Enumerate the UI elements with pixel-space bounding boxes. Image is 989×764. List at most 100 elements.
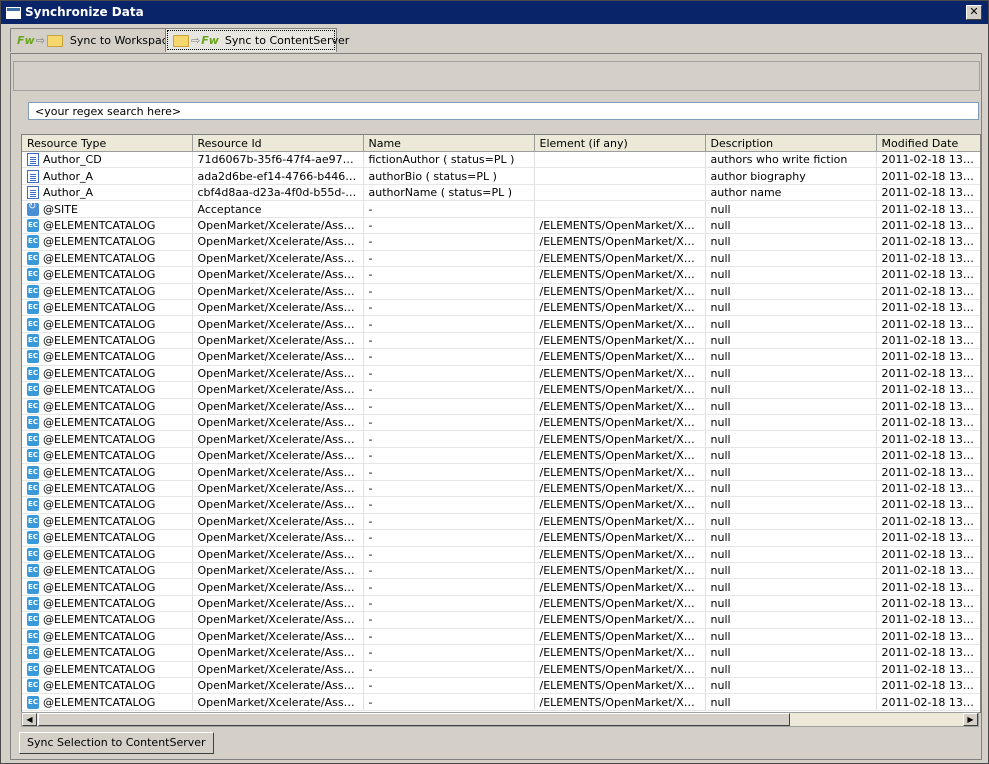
cell-id: OpenMarket/Xcelerate/AssetTy...	[192, 250, 364, 268]
table-row[interactable]: EC @ELEMENTCATALOG OpenMarket/Xcelerate/As…	[22, 447, 980, 465]
table-row[interactable]: EC @ELEMENTCATALOG OpenMarket/Xcelerate/As…	[22, 233, 980, 251]
horizontal-scrollbar[interactable]: ◀ ▶	[21, 712, 979, 727]
cell-id: OpenMarket/Xcelerate/AssetTy...	[192, 595, 364, 613]
cell-modified: 2011-02-18 13:16:19	[876, 562, 980, 580]
column-header[interactable]: Resource Type	[22, 135, 193, 152]
resources-table: Resource Type Resource Id Name Element (if …	[21, 134, 981, 713]
table-row[interactable]: EC @ELEMENTCATALOG OpenMarket/Xcelerate/As…	[22, 693, 980, 711]
element-catalog-icon: EC	[27, 317, 39, 331]
cell-modified: 2011-02-18 13:16:18	[876, 595, 980, 613]
column-header[interactable]: Name	[363, 135, 535, 152]
tab-sync-to-workspace[interactable]: Fw ⇨ Sync to Workspace	[10, 28, 175, 52]
sync-selection-button[interactable]: Sync Selection to ContentServer	[19, 732, 214, 754]
title-bar: Synchronize Data ✕	[1, 1, 988, 24]
column-header[interactable]: Modified Date	[876, 135, 980, 152]
resource-type-label: @ELEMENTCATALOG	[43, 317, 156, 331]
cell-type: EC @ELEMENTCATALOG	[22, 578, 193, 596]
cell-description: null	[705, 611, 877, 629]
cell-id: OpenMarket/Xcelerate/AssetTy...	[192, 398, 364, 416]
resource-type-label: @ELEMENTCATALOG	[43, 334, 156, 348]
table-row[interactable]: EC @ELEMENTCATALOG OpenMarket/Xcelerate/As…	[22, 365, 980, 383]
table-row[interactable]: EC @ELEMENTCATALOG OpenMarket/Xcelerate/As…	[22, 546, 980, 563]
cell-modified: 2011-02-18 13:16:16	[876, 513, 980, 531]
cell-type: EC @ELEMENTCATALOG	[22, 496, 193, 514]
table-row[interactable]: EC @ELEMENTCATALOG OpenMarket/Xcelerate/As…	[22, 463, 980, 481]
table-row[interactable]: EC @ELEMENTCATALOG OpenMarket/Xcelerate/As…	[22, 217, 980, 235]
cell-id: 71d6067b-35f6-47f4-ae97-387...	[192, 151, 364, 169]
cell-name: -	[363, 611, 535, 629]
table-row[interactable]: EC @ELEMENTCATALOG OpenMarket/Xcelerate/As…	[22, 381, 980, 399]
cell-description: null	[705, 661, 877, 679]
cell-modified: 2011-02-18 13:16:18	[876, 250, 980, 268]
table-row[interactable]: EC @ELEMENTCATALOG OpenMarket/Xcelerate/As…	[22, 332, 980, 350]
document-icon	[27, 153, 39, 167]
table-row[interactable]: EC @ELEMENTCATALOG OpenMarket/Xcelerate/As…	[22, 628, 980, 646]
table-row[interactable]: EC @ELEMENTCATALOG OpenMarket/Xcelerate/As…	[22, 315, 980, 333]
cell-description: null	[705, 250, 877, 268]
table-row[interactable]: EC @ELEMENTCATALOG OpenMarket/Xcelerate/As…	[22, 595, 980, 613]
table-row[interactable]: @SITE Acceptance- null2011-02-18 13:16:11	[22, 200, 980, 218]
cell-type: Author_A	[22, 184, 193, 202]
table-row[interactable]: EC @ELEMENTCATALOG OpenMarket/Xcelerate/As…	[22, 414, 980, 432]
cell-modified: 2011-02-18 13:16:15	[876, 628, 980, 646]
cell-description: null	[705, 299, 877, 317]
column-header[interactable]: Element (if any)	[534, 135, 706, 152]
table-row[interactable]: EC @ELEMENTCATALOG OpenMarket/Xcelerate/As…	[22, 283, 980, 300]
cell-element: /ELEMENTS/OpenMarket/Xceler...	[534, 430, 706, 448]
table-row[interactable]: Author_A cbf4d8aa-d23a-4f0d-b55d-a87... au…	[22, 184, 980, 202]
scroll-right-icon[interactable]: ▶	[963, 713, 978, 726]
cell-description: null	[705, 233, 877, 251]
regex-search-input[interactable]	[28, 102, 979, 120]
cell-element: /ELEMENTS/OpenMarket/Xceler...	[534, 480, 706, 498]
table-row[interactable]: EC @ELEMENTCATALOG OpenMarket/Xcelerate/As…	[22, 661, 980, 679]
cell-type: EC @ELEMENTCATALOG	[22, 595, 193, 613]
cell-id: OpenMarket/Xcelerate/AssetTy...	[192, 562, 364, 580]
table-row[interactable]: EC @ELEMENTCATALOG OpenMarket/Xcelerate/As…	[22, 644, 980, 662]
table-row[interactable]: Author_A ada2d6be-ef14-4766-b446-91... aut…	[22, 167, 980, 185]
scroll-left-icon[interactable]: ◀	[22, 713, 37, 726]
table-row[interactable]: EC @ELEMENTCATALOG OpenMarket/Xcelerate/As…	[22, 513, 980, 531]
cell-description: null	[705, 447, 877, 465]
resource-type-label: @ELEMENTCATALOG	[43, 695, 156, 709]
table-row[interactable]: EC @ELEMENTCATALOG OpenMarket/Xcelerate/As…	[22, 398, 980, 416]
table-row[interactable]: EC @ELEMENTCATALOG OpenMarket/Xcelerate/As…	[22, 266, 980, 284]
window-title: Synchronize Data	[25, 5, 144, 19]
table-row[interactable]: EC @ELEMENTCATALOG OpenMarket/Xcelerate/As…	[22, 430, 980, 448]
table-row[interactable]: EC @ELEMENTCATALOG OpenMarket/Xcelerate/As…	[22, 529, 980, 547]
resource-type-label: @ELEMENTCATALOG	[43, 580, 156, 594]
cell-element: /ELEMENTS/OpenMarket/Xceler...	[534, 398, 706, 416]
scrollbar-thumb[interactable]	[38, 713, 790, 726]
cell-id: OpenMarket/Xcelerate/AssetTy...	[192, 381, 364, 399]
table-row[interactable]: EC @ELEMENTCATALOG OpenMarket/Xcelerate/As…	[22, 250, 980, 268]
document-icon	[27, 186, 39, 200]
tab-sync-to-contentserver[interactable]: ⇨ Fw Sync to ContentServer	[165, 28, 349, 52]
table-row[interactable]: EC @ELEMENTCATALOG OpenMarket/Xcelerate/As…	[22, 578, 980, 596]
element-catalog-icon: EC	[27, 662, 39, 676]
table-row[interactable]: EC @ELEMENTCATALOG OpenMarket/Xcelerate/As…	[22, 348, 980, 366]
table-row[interactable]: EC @ELEMENTCATALOG OpenMarket/Xcelerate/As…	[22, 611, 980, 629]
table-row[interactable]: EC @ELEMENTCATALOG OpenMarket/Xcelerate/As…	[22, 677, 980, 695]
table-row[interactable]: EC @ELEMENTCATALOG OpenMarket/Xcelerate/As…	[22, 496, 980, 514]
table-row[interactable]: EC @ELEMENTCATALOG OpenMarket/Xcelerate/As…	[22, 562, 980, 580]
cell-name: -	[363, 381, 535, 399]
resource-type-label: @ELEMENTCATALOG	[43, 498, 156, 512]
cell-modified: 2011-02-18 13:16:11	[876, 200, 980, 218]
cell-id: OpenMarket/Xcelerate/AssetTy...	[192, 283, 364, 300]
column-header[interactable]: Description	[705, 135, 877, 152]
column-header[interactable]: Resource Id	[192, 135, 364, 152]
cell-name: -	[363, 414, 535, 432]
close-button[interactable]: ✕	[966, 5, 982, 20]
cell-name: -	[363, 661, 535, 679]
element-catalog-icon: EC	[27, 514, 39, 528]
cell-name: -	[363, 513, 535, 531]
cell-id: OpenMarket/Xcelerate/AssetTy...	[192, 677, 364, 695]
table-row[interactable]: EC @ELEMENTCATALOG OpenMarket/Xcelerate/As…	[22, 299, 980, 317]
table-row[interactable]: EC @ELEMENTCATALOG OpenMarket/Xcelerate/As…	[22, 480, 980, 498]
cell-modified: 2011-02-18 13:16:18	[876, 332, 980, 350]
cell-modified: 2011-02-18 13:16:10	[876, 167, 980, 185]
table-row[interactable]: Author_CD 71d6067b-35f6-47f4-ae97-387... f…	[22, 151, 980, 169]
cell-description: null	[705, 398, 877, 416]
element-catalog-icon: EC	[27, 350, 39, 364]
element-catalog-icon: EC	[27, 629, 39, 643]
cell-name: -	[363, 496, 535, 514]
